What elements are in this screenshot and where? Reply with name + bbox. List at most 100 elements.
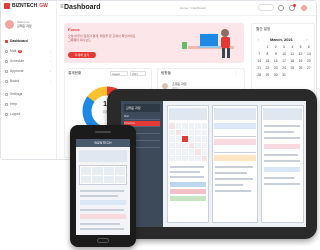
menu-tile[interactable] bbox=[81, 175, 92, 183]
menu-tile[interactable] bbox=[81, 167, 92, 175]
calendar-day[interactable] bbox=[169, 142, 175, 148]
sidebar-item-help[interactable]: Help bbox=[2, 100, 54, 108]
table-row[interactable] bbox=[214, 131, 256, 137]
home-button[interactable] bbox=[97, 238, 109, 243]
calendar-day[interactable]: 9 bbox=[272, 52, 280, 56]
calendar-day[interactable] bbox=[182, 129, 188, 135]
calendar-day[interactable] bbox=[188, 123, 194, 129]
tablet-menu-item[interactable]: Mail bbox=[124, 114, 160, 120]
calendar-day[interactable] bbox=[195, 149, 201, 155]
sidebar-item-board[interactable]: Board › bbox=[2, 77, 54, 85]
list-item[interactable] bbox=[170, 182, 206, 187]
menu-toggle-icon[interactable]: ≡ bbox=[60, 4, 64, 10]
calendar-day[interactable]: 28 bbox=[255, 73, 263, 77]
calendar-day[interactable] bbox=[195, 136, 201, 142]
calendar-day[interactable]: 26 bbox=[296, 66, 304, 70]
calendar-day[interactable]: 20 bbox=[305, 59, 313, 63]
calendar-day[interactable] bbox=[182, 149, 188, 155]
more-options-icon[interactable]: ⋮ bbox=[234, 70, 238, 75]
table-row[interactable] bbox=[214, 147, 256, 153]
calendar-day[interactable] bbox=[195, 155, 201, 161]
calendar-day[interactable]: 14 bbox=[255, 59, 263, 63]
calendar-day[interactable] bbox=[175, 142, 181, 148]
sidebar-item-logout[interactable]: Logout bbox=[2, 110, 54, 118]
calendar-day[interactable]: 13 bbox=[305, 52, 313, 56]
calendar-day[interactable] bbox=[175, 123, 181, 129]
calendar-day[interactable] bbox=[188, 129, 194, 135]
calendar-day[interactable] bbox=[175, 155, 181, 161]
calendar-day[interactable] bbox=[188, 155, 194, 161]
calendar-day[interactable] bbox=[201, 136, 207, 142]
sidebar-item-mail[interactable]: Mail 5 › bbox=[2, 47, 54, 55]
calendar-day[interactable]: 5 bbox=[296, 45, 304, 49]
calendar-day[interactable] bbox=[188, 136, 194, 142]
calendar-day[interactable] bbox=[195, 123, 201, 129]
table-row[interactable] bbox=[214, 155, 256, 161]
calendar-day[interactable]: 31 bbox=[280, 73, 288, 77]
calendar-day[interactable] bbox=[169, 149, 175, 155]
calendar-day[interactable] bbox=[182, 136, 188, 142]
calendar-day[interactable]: 10 bbox=[280, 52, 288, 56]
calendar-day[interactable]: 24 bbox=[280, 66, 288, 70]
menu-tile[interactable] bbox=[92, 167, 103, 175]
calendar-day[interactable]: 3 bbox=[280, 45, 288, 49]
quick-menu-grid[interactable] bbox=[79, 165, 127, 185]
calendar-day[interactable]: 27 bbox=[305, 66, 313, 70]
calendar-day[interactable]: 15 bbox=[263, 59, 271, 63]
calendar-day[interactable] bbox=[188, 149, 194, 155]
calendar-day[interactable]: 6 bbox=[305, 45, 313, 49]
list-item[interactable] bbox=[170, 196, 206, 201]
menu-tile[interactable] bbox=[92, 175, 103, 183]
calendar-day[interactable] bbox=[201, 123, 207, 129]
calendar-day[interactable] bbox=[201, 149, 207, 155]
promo-button[interactable]: 자세히 보기 bbox=[68, 52, 96, 58]
calendar-day[interactable] bbox=[201, 129, 207, 135]
calendar-day[interactable]: 12 bbox=[296, 52, 304, 56]
calendar-day[interactable]: 30 bbox=[272, 73, 280, 77]
calendar-day[interactable]: 18 bbox=[288, 59, 296, 63]
calendar-day[interactable] bbox=[201, 155, 207, 161]
calendar-day[interactable] bbox=[182, 155, 188, 161]
menu-tile[interactable] bbox=[103, 167, 114, 175]
calendar-day[interactable] bbox=[175, 149, 181, 155]
calendar-day[interactable]: 19 bbox=[296, 59, 304, 63]
search-input[interactable] bbox=[258, 4, 274, 11]
calendar-day[interactable] bbox=[182, 142, 188, 148]
menu-tile[interactable] bbox=[114, 167, 125, 175]
calendar-day[interactable] bbox=[169, 155, 175, 161]
calendar-day[interactable]: 21 bbox=[255, 66, 263, 70]
list-item[interactable] bbox=[170, 189, 206, 194]
calendar-day[interactable]: 1 bbox=[263, 45, 271, 49]
calendar-day[interactable]: 2 bbox=[272, 45, 280, 49]
calendar-day[interactable]: 29 bbox=[263, 73, 271, 77]
month-select[interactable]: August bbox=[110, 71, 128, 76]
calendar-day[interactable] bbox=[188, 142, 194, 148]
calendar-day[interactable]: 16 bbox=[272, 59, 280, 63]
calendar-day[interactable] bbox=[195, 142, 201, 148]
calendar-day[interactable] bbox=[195, 129, 201, 135]
search-icon[interactable] bbox=[278, 5, 284, 11]
chevron-right-icon[interactable]: › bbox=[306, 37, 307, 42]
mini-calendar[interactable] bbox=[169, 123, 207, 161]
table-row[interactable] bbox=[214, 139, 256, 145]
list-item[interactable] bbox=[264, 144, 300, 149]
sidebar-item-dashboard[interactable]: Dashboard bbox=[2, 37, 54, 45]
calendar-day[interactable]: 17 bbox=[280, 59, 288, 63]
list-item[interactable] bbox=[80, 200, 126, 205]
brand-logo[interactable]: BIZNTECH GW bbox=[4, 3, 48, 9]
sidebar-item-settings[interactable]: Settings bbox=[2, 90, 54, 98]
profile-avatar[interactable] bbox=[301, 5, 307, 11]
calendar-day[interactable] bbox=[175, 136, 181, 142]
calendar-day[interactable]: 8 bbox=[263, 52, 271, 56]
calendar-day[interactable]: 25 bbox=[288, 66, 296, 70]
calendar-day[interactable] bbox=[201, 142, 207, 148]
calendar-day[interactable]: 7 bbox=[255, 52, 263, 56]
sidebar-item-approval[interactable]: Approval › bbox=[2, 67, 54, 75]
calendar-day[interactable]: 22 bbox=[263, 66, 271, 70]
sidebar-item-schedule[interactable]: Schedule › bbox=[2, 57, 54, 65]
table-row[interactable] bbox=[214, 123, 256, 129]
avatar[interactable] bbox=[5, 20, 14, 29]
menu-tile[interactable] bbox=[114, 175, 125, 183]
calendar-day[interactable] bbox=[169, 129, 175, 135]
calendar-day[interactable] bbox=[182, 123, 188, 129]
